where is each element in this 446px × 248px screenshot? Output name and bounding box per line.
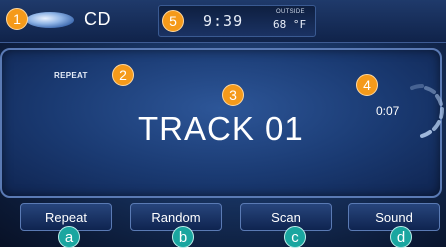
outside-label: OUTSIDE (276, 9, 305, 15)
sound-button-label: Sound (375, 209, 413, 225)
repeat-indicator: REPEAT (54, 71, 88, 80)
source-label: CD (84, 9, 111, 29)
track-number: TRACK 01 (138, 110, 304, 147)
cd-disc-icon (26, 12, 74, 28)
scan-button-label: Scan (271, 209, 301, 225)
random-button-label: Random (151, 209, 201, 225)
scan-button[interactable]: Scan (240, 203, 332, 231)
elapsed-time: 0:07 (376, 104, 400, 118)
outside-temperature: 68 °F (273, 18, 307, 31)
callout-b: b (172, 226, 194, 248)
callout-1: 1 (6, 8, 28, 30)
repeat-button-label: Repeat (45, 209, 87, 225)
callout-2: 2 (112, 64, 134, 86)
callout-5: 5 (162, 10, 184, 32)
callout-4: 4 (356, 74, 378, 96)
clock-time: 9:39 (203, 12, 244, 30)
callout-c: c (284, 226, 306, 248)
status-bar: CD 9:39 OUTSIDE 68 °F (0, 0, 446, 43)
callout-3: 3 (222, 84, 244, 106)
callout-d: d (390, 226, 412, 248)
play-progress-icon (410, 84, 445, 138)
cd-player-screen: CD 9:39 OUTSIDE 68 °F REPEAT TRACK 01 0:… (0, 0, 446, 247)
track-info-panel: REPEAT TRACK 01 0:07 (0, 48, 445, 198)
callout-a: a (58, 226, 80, 248)
